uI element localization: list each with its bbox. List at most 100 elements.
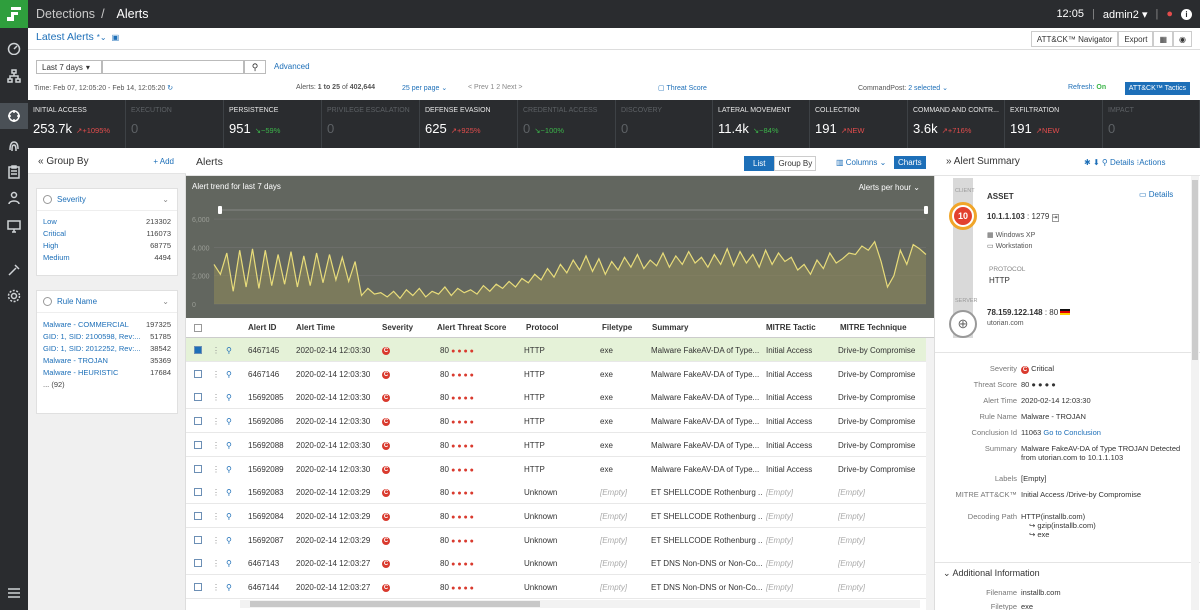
notifications-icon[interactable]: ● [1166,8,1173,20]
group-row[interactable]: Malware - HEURISTIC 17684 [37,366,177,378]
server-ip[interactable]: 78.159.122.148 [987,308,1043,317]
col-mitre-tactic[interactable]: MITRE Tactic [766,323,816,332]
row-zoom-icon[interactable]: ⚲ [226,512,232,521]
tactic-collection[interactable]: COLLECTION 191 ↗NEW [810,100,908,148]
save-icon[interactable]: ▣ [112,33,120,42]
actions-link[interactable]: ⁝Actions [1137,158,1166,167]
col-protocol[interactable]: Protocol [526,323,558,332]
table-row[interactable]: ⋮ ⚲ 15692086 2020-02-14 12:03:30 C 80 ● ● ● ●… [186,409,926,434]
group-row[interactable]: GID: 1, SID: 2012252, Rev:... 38542 [37,342,177,354]
detections-icon[interactable] [0,103,28,129]
chevron-down-icon[interactable]: ⌄ [162,297,169,306]
row-checkbox[interactable] [194,488,202,497]
select-all-checkbox[interactable] [194,324,202,332]
pager[interactable]: < Prev 1 2 Next > [468,84,522,91]
row-menu-icon[interactable]: ⋮ [212,512,220,521]
group-row[interactable]: Low 213302 [37,215,177,227]
commandpost-filter[interactable]: CommandPost: 2 selected ⌄ [858,84,948,92]
details-link[interactable]: ⚲ Details [1102,158,1135,167]
client-ip[interactable]: 10.1.1.103 [987,212,1025,221]
app-logo[interactable] [0,0,28,28]
row-menu-icon[interactable]: ⋮ [212,465,220,474]
dashboard-icon[interactable] [4,38,24,58]
row-checkbox[interactable] [194,369,202,378]
group-row[interactable]: GID: 1, SID: 2100598, Rev:... 51785 [37,330,177,342]
go-to-conclusion-link[interactable]: Go to Conclusion [1043,428,1101,437]
row-zoom-icon[interactable]: ⚲ [226,583,232,592]
rule-group-header[interactable]: Rule Name ⌄ [37,291,177,313]
table-row[interactable]: ⋮ ⚲ 15692087 2020-02-14 12:03:29 C 80 ● ● ● ●… [186,527,926,552]
scroll-thumb[interactable] [250,601,540,607]
row-checkbox[interactable] [194,559,202,568]
time-range-select[interactable]: Last 7 days ▾ [36,60,102,74]
charts-button[interactable]: Charts [894,156,926,169]
menu-icon[interactable] [4,583,24,603]
radio-icon[interactable] [43,195,52,204]
row-menu-icon[interactable]: ⋮ [212,441,220,450]
clipboard-icon[interactable] [4,162,24,182]
copy-icon[interactable]: ⇥ [1051,214,1059,222]
table-row[interactable]: ⋮ ⚲ 15692085 2020-02-14 12:03:30 C 80 ● ● ● ●… [186,385,926,410]
table-row[interactable]: ⋮ ⚲ 15692084 2020-02-14 12:03:29 C 80 ● ● ● ●… [186,503,926,528]
row-menu-icon[interactable]: ⋮ [212,370,220,379]
row-checkbox[interactable] [194,583,202,591]
table-horizontal-scrollbar[interactable] [240,600,920,608]
row-menu-icon[interactable]: ⋮ [212,346,220,355]
row-zoom-icon[interactable]: ⚲ [226,393,232,402]
attack-navigator-button[interactable]: ATT&CK™ Navigator [1030,31,1119,47]
row-checkbox[interactable] [194,346,202,354]
row-zoom-icon[interactable]: ⚲ [226,536,232,545]
columns-button[interactable]: ▥ Columns ⌄ [836,158,886,167]
group-row[interactable]: High 68775 [37,239,177,251]
summary-scrollbar[interactable] [1191,176,1199,610]
tactic-credential-access[interactable]: CREDENTIAL ACCESS 0 ↘−100% [518,100,616,148]
calendar-icon[interactable]: ▦ [1153,31,1174,47]
export-button[interactable]: Export [1118,31,1154,47]
row-menu-icon[interactable]: ⋮ [212,536,220,545]
collapse-icon[interactable]: « [38,156,44,167]
chart-range-start-handle[interactable] [218,206,222,214]
tools-icon[interactable] [4,260,24,280]
tactic-execution[interactable]: EXECUTION 0 [126,100,224,148]
row-checkbox[interactable] [194,535,202,544]
fingerprint-icon[interactable] [4,136,24,156]
per-page-select[interactable]: 25 per page ⌄ [402,84,447,92]
rule-more-link[interactable]: ... (92) [37,378,177,390]
row-menu-icon[interactable]: ⋮ [212,393,220,402]
server-host[interactable]: utorian.com [987,320,1024,327]
summary-scroll-thumb[interactable] [1192,180,1198,360]
row-zoom-icon[interactable]: ⚲ [226,370,232,379]
eye-icon[interactable]: ◉ [1173,31,1192,47]
table-row[interactable]: ⋮ ⚲ 15692088 2020-02-14 12:03:30 C 80 ● ● ● ●… [186,432,926,457]
group-row[interactable]: Malware - COMMERCIAL 197325 [37,318,177,330]
col-filetype[interactable]: Filetype [602,323,632,332]
monitor-icon[interactable] [4,216,24,236]
expand-icon[interactable]: » [946,156,952,167]
row-zoom-icon[interactable]: ⚲ [226,346,232,355]
tactic-defense-evasion[interactable]: DEFENSE EVASION 625 ↗+925% [420,100,518,148]
row-zoom-icon[interactable]: ⚲ [226,441,232,450]
col-mitre-technique[interactable]: MITRE Technique [840,323,907,332]
list-view-button[interactable]: List [744,156,775,171]
severity-group-header[interactable]: Severity ⌄ [37,189,177,211]
user-menu[interactable]: admin2 ▾ [1103,8,1148,21]
chart-range-end-handle[interactable] [924,206,928,214]
search-button[interactable]: ⚲ [244,60,266,74]
tactic-privilege-escalation[interactable]: PRIVILEGE ESCALATION 0 [322,100,420,148]
tactic-exfiltration[interactable]: EXFILTRATION 191 ↗NEW [1005,100,1103,148]
additional-info-toggle[interactable]: ⌄ Additional Information [943,568,1040,579]
col-alert-id[interactable]: Alert ID [248,323,276,332]
group-row[interactable]: Malware - TROJAN 35369 [37,354,177,366]
group-row[interactable]: Medium 4494 [37,251,177,263]
row-zoom-icon[interactable]: ⚲ [226,417,232,426]
table-row[interactable]: ⋮ ⚲ 6467143 2020-02-14 12:03:27 C 80 ● ● ● ● U… [186,551,926,576]
add-group-button[interactable]: + Add [153,157,174,166]
row-menu-icon[interactable]: ⋮ [212,488,220,497]
tactic-impact[interactable]: IMPACT 0 [1103,100,1200,148]
group-by-view-button[interactable]: Group By [774,156,817,171]
tactic-persistence[interactable]: PERSISTENCE 951 ↘−59% [224,100,322,148]
tactic-lateral-movement[interactable]: LATERAL MOVEMENT 11.4k ↘−84% [713,100,810,148]
network-icon[interactable] [4,66,24,86]
settings-icon[interactable] [4,286,24,306]
saved-view-selector[interactable]: Latest Alerts *⌄ ▣ [36,31,119,43]
